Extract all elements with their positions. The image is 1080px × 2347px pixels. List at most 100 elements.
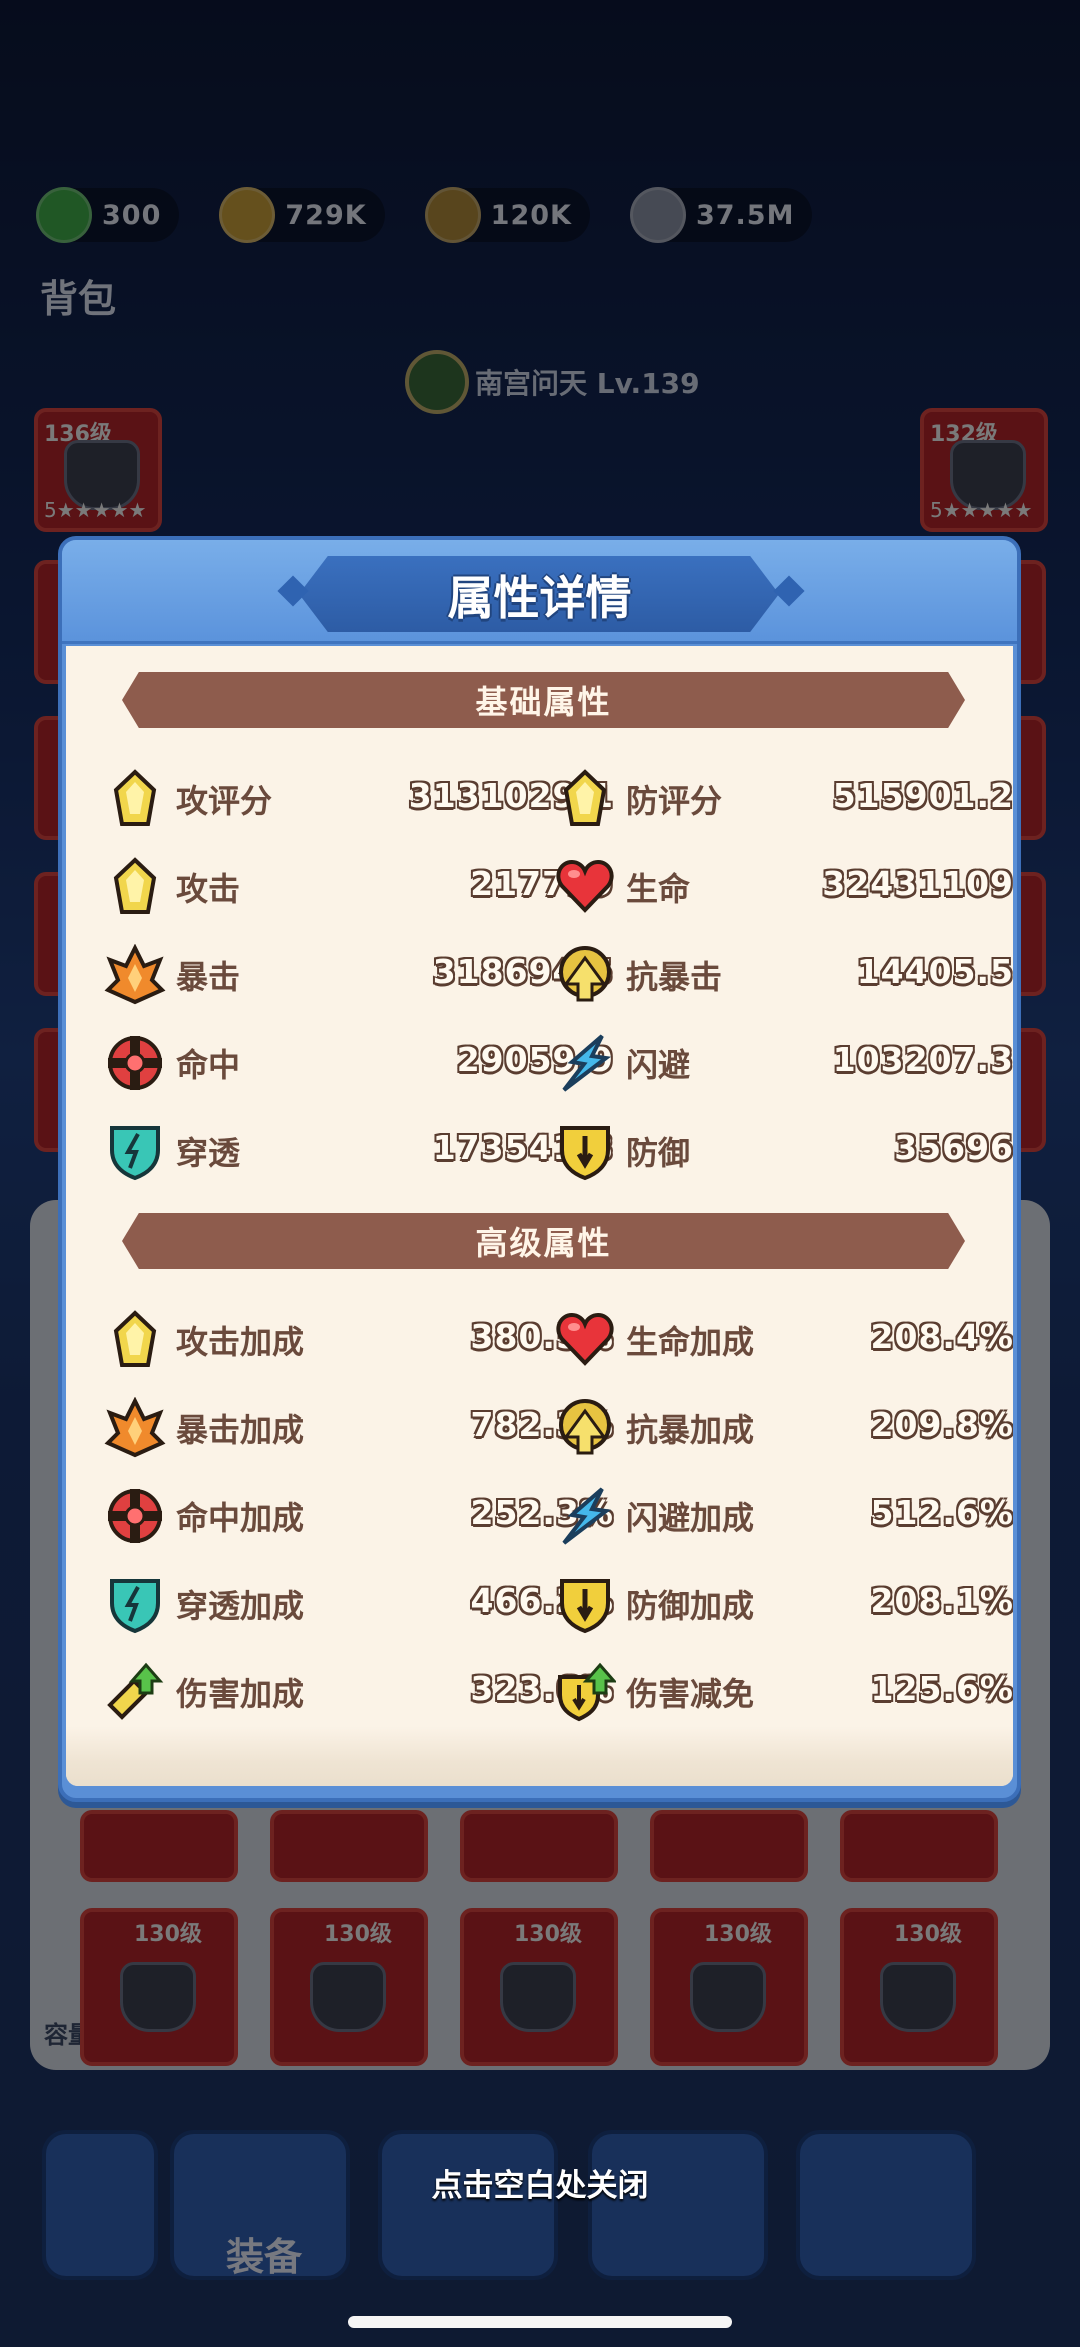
item-level: 130级	[324, 1922, 392, 1947]
dialog-body: 基础属性 攻评分 3131029.1 防评分 515901.2 攻击 217799 生命 32…	[66, 646, 1013, 1786]
nav-tab[interactable]	[378, 2130, 558, 2280]
inventory-item[interactable]	[270, 1810, 428, 1882]
stat-left: 伤害加成 323.6%	[104, 1657, 613, 1727]
item-level: 130级	[514, 1922, 582, 1947]
inventory-item[interactable]	[460, 1810, 618, 1882]
equipment-slot[interactable]: 132级 5★★★★★	[920, 408, 1048, 532]
resource-bar: 300 729K 120K 37.5M	[36, 187, 813, 243]
stat-left: 命中加成 252.3%	[104, 1481, 613, 1551]
helmet-icon	[120, 1962, 196, 2032]
stat-name: 抗暴击	[626, 958, 723, 996]
stat-value: 35696	[894, 1128, 1013, 1167]
stat-right: 伤害减免 125.6%	[554, 1657, 1013, 1727]
stat-name: 命中	[176, 1046, 241, 1084]
attack-score-icon	[104, 768, 166, 830]
anti-crit-icon	[554, 1397, 616, 1459]
bronze-coin-icon	[424, 187, 481, 243]
item-level: 130级	[894, 1922, 962, 1947]
stat-right: 抗暴加成 209.8%	[554, 1393, 1013, 1463]
stat-left: 命中 29059.9	[104, 1028, 613, 1098]
stat-name: 防评分	[626, 782, 723, 820]
helmet-icon	[880, 1962, 956, 2032]
damage-reduction-icon	[554, 1661, 616, 1723]
inventory-item[interactable]: 130级	[650, 1908, 808, 2066]
resource-value: 300	[102, 199, 162, 231]
stat-left: 攻击加成 380.5%	[104, 1305, 613, 1375]
decorative-landscape	[66, 1726, 1013, 1786]
hit-icon	[104, 1485, 166, 1547]
resource-silver: 37.5M	[629, 187, 813, 243]
inventory-item[interactable]	[840, 1810, 998, 1882]
inventory-item[interactable]	[80, 1810, 238, 1882]
stat-name: 伤害加成	[176, 1675, 305, 1713]
tap-to-close-hint[interactable]: 点击空白处关闭	[0, 2160, 1080, 2205]
stat-name: 暴击	[176, 958, 241, 996]
stat-name: 闪避加成	[626, 1499, 755, 1537]
resource-value: 37.5M	[695, 199, 795, 231]
stat-left: 穿透加成 466.2%	[104, 1569, 613, 1639]
back-button[interactable]	[42, 2130, 158, 2280]
stat-name: 抗暴加成	[626, 1411, 755, 1449]
stat-value: 32431109	[822, 864, 1013, 903]
nav-equipment-label: 装备	[226, 2235, 303, 2279]
dodge-icon	[554, 1485, 616, 1547]
attack-icon	[104, 856, 166, 918]
stat-left: 暴击加成 782.3%	[104, 1393, 613, 1463]
stat-name: 穿透加成	[176, 1587, 305, 1625]
stat-value: 14405.5	[856, 952, 1013, 991]
stat-left: 暴击 318694.5	[104, 940, 613, 1010]
stat-right: 闪避加成 512.6%	[554, 1481, 1013, 1551]
inventory-item[interactable]	[650, 1810, 808, 1882]
anti-crit-icon	[554, 944, 616, 1006]
section-title: 高级属性	[475, 1224, 612, 1262]
stat-name: 生命	[626, 870, 691, 908]
stat-value: 209.8%	[870, 1405, 1013, 1444]
stat-row: 伤害加成 323.6% 伤害减免 125.6%	[66, 1657, 1013, 1727]
heart-icon	[554, 1309, 616, 1371]
bag-title: 背包	[40, 277, 117, 321]
item-level: 130级	[704, 1922, 772, 1947]
gold-coin-icon	[219, 187, 276, 243]
stat-name: 防御	[626, 1134, 691, 1172]
resource-value: 120K	[490, 199, 572, 231]
defense-icon	[554, 1573, 616, 1635]
stat-row: 攻击加成 380.5% 生命加成 208.4%	[66, 1305, 1013, 1375]
silver-coin-icon	[629, 187, 686, 243]
inventory-item[interactable]: 130级	[80, 1908, 238, 2066]
helmet-icon	[690, 1962, 766, 2032]
crit-icon	[104, 944, 166, 1006]
hero-emblem-icon	[405, 350, 469, 414]
stat-right: 生命 32431109	[554, 852, 1013, 922]
stat-right: 防御 35696	[554, 1116, 1013, 1186]
nav-tab[interactable]	[588, 2130, 768, 2280]
stat-name: 命中加成	[176, 1499, 305, 1537]
resource-bronze: 120K	[424, 187, 590, 243]
stat-value: 208.1%	[870, 1581, 1013, 1620]
dialog-title: 属性详情	[447, 571, 632, 625]
inventory-item[interactable]: 130级	[840, 1908, 998, 2066]
stat-name: 伤害减免	[626, 1675, 755, 1713]
home-indicator[interactable]	[348, 2316, 732, 2328]
stat-left: 攻击 217799	[104, 852, 613, 922]
stat-value: 512.6%	[870, 1493, 1013, 1532]
dodge-icon	[554, 1032, 616, 1094]
stat-value: 208.4%	[870, 1317, 1013, 1356]
defense-score-icon	[554, 768, 616, 830]
resource-gems: 300	[36, 187, 180, 243]
inventory-item[interactable]: 130级	[270, 1908, 428, 2066]
section-header-basic: 基础属性	[122, 672, 965, 728]
stat-right: 闪避 103207.3	[554, 1028, 1013, 1098]
slot-stars: 5★★★★★	[930, 498, 1033, 522]
dialog-header: 属性详情	[62, 540, 1017, 644]
crit-icon	[104, 1397, 166, 1459]
section-title: 基础属性	[475, 683, 612, 721]
equipment-slot[interactable]: 136级 5★★★★★	[34, 408, 162, 532]
nav-tab[interactable]	[796, 2130, 976, 2280]
stat-row: 攻评分 3131029.1 防评分 515901.2	[66, 764, 1013, 834]
stat-right: 抗暴击 14405.5	[554, 940, 1013, 1010]
stat-name: 生命加成	[626, 1323, 755, 1361]
stat-row: 攻击 217799 生命 32431109	[66, 852, 1013, 922]
stat-left: 穿透 173541.8	[104, 1116, 613, 1186]
stat-row: 暴击 318694.5 抗暴击 14405.5	[66, 940, 1013, 1010]
inventory-item[interactable]: 130级	[460, 1908, 618, 2066]
